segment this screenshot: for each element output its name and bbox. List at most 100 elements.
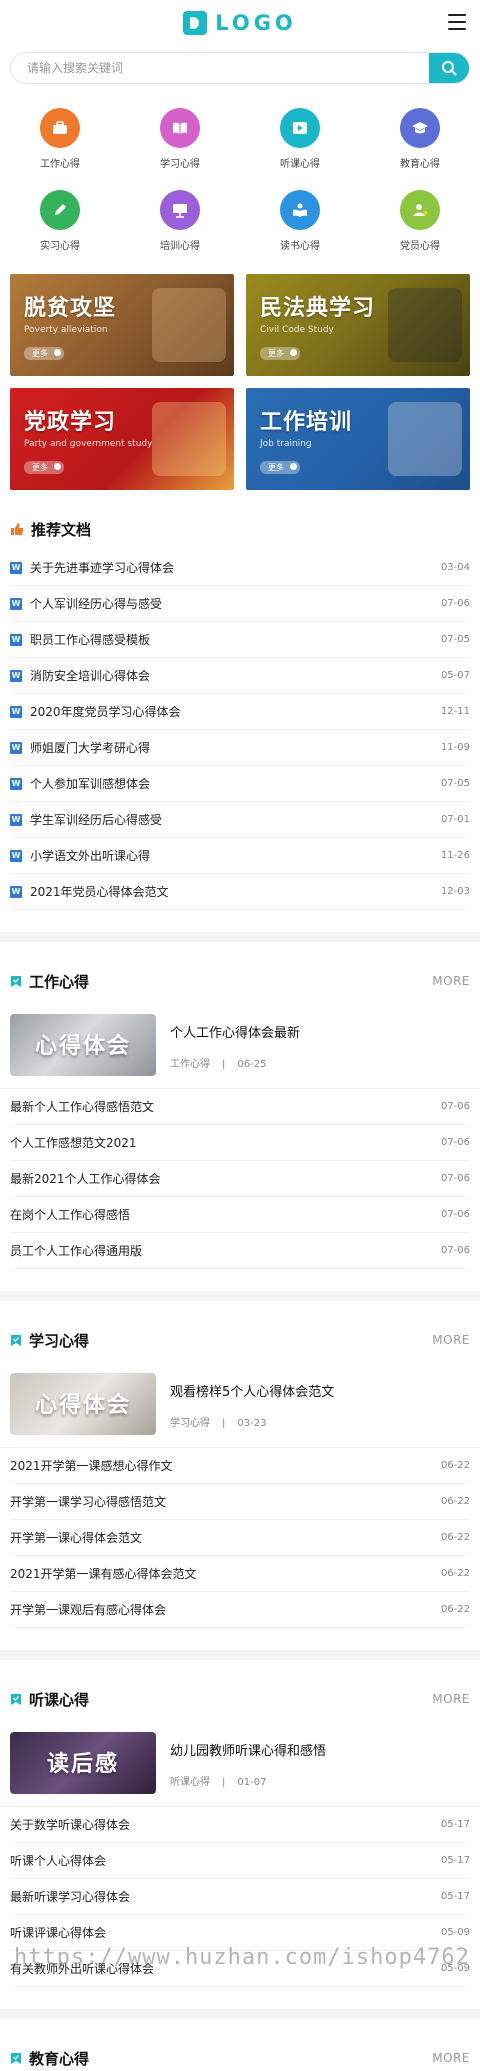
list-item[interactable]: 最新个人工作心得感悟范文 07-06: [10, 1089, 470, 1125]
category-item[interactable]: 党员心得: [360, 190, 480, 252]
category-item[interactable]: 培训心得: [120, 190, 240, 252]
category-item[interactable]: 听课心得: [240, 108, 360, 170]
section-divider: [0, 1291, 480, 1301]
category-item[interactable]: 教育心得: [360, 108, 480, 170]
word-doc-icon: W: [10, 705, 22, 718]
banner-more-button[interactable]: 更多: [24, 347, 64, 360]
category-icon-circle: [40, 190, 80, 230]
list-item[interactable]: W 师姐厦门大学考研心得 11-09: [10, 730, 470, 766]
bookmark-icon: [11, 975, 21, 987]
section-more-link[interactable]: MORE: [432, 1333, 470, 1347]
thumbs-up-icon: [11, 523, 24, 535]
search-input[interactable]: [11, 61, 429, 75]
list-item-date: 07-05: [440, 634, 470, 645]
section-divider: [0, 1650, 480, 1660]
article-thumbnail: 读后感: [10, 1732, 156, 1794]
category-label: 教育心得: [400, 159, 440, 170]
featured-date: 06-25: [237, 1059, 267, 1070]
list-item[interactable]: W 2021年党员心得体会范文 12-03: [10, 874, 470, 910]
site-logo[interactable]: LOGO: [183, 11, 297, 35]
featured-article[interactable]: 读后感 幼儿园教师听课心得和感悟 听课心得 | 01-07: [0, 1720, 480, 1807]
section-more-link[interactable]: MORE: [432, 1692, 470, 1706]
list-item[interactable]: W 个人参加军训感想体会 07-05: [10, 766, 470, 802]
list-item[interactable]: 有关教师外出听课心得体会 05-09: [10, 1951, 470, 1987]
category-label: 实习心得: [40, 241, 80, 252]
category-item[interactable]: 实习心得: [0, 190, 120, 252]
featured-title: 幼儿园教师听课心得和感悟: [170, 1744, 327, 1759]
list-item-date: 12-11: [440, 706, 470, 717]
list-item[interactable]: 2021开学第一课有感心得体会范文 06-22: [10, 1556, 470, 1592]
list-item-title: 师姐厦门大学考研心得: [30, 741, 151, 755]
word-doc-icon: W: [10, 741, 22, 754]
list-item[interactable]: 员工个人工作心得通用版 07-06: [10, 1233, 470, 1269]
list-item[interactable]: W 消防安全培训心得体会 05-07: [10, 658, 470, 694]
article-list: 关于数学听课心得体会 05-17 听课个人心得体会 05-17 最新听课学习心得体会 05…: [0, 1807, 480, 1987]
category-label: 学习心得: [160, 159, 200, 170]
featured-category: 工作心得: [170, 1059, 210, 1070]
banner-job-training[interactable]: 工作培训 Job training 更多: [246, 388, 470, 490]
category-icon-circle: [160, 190, 200, 230]
featured-article[interactable]: 心得体会 个人工作心得体会最新 工作心得 | 06-25: [0, 1002, 480, 1089]
category-grid: 工作心得 学习心得 听课心得 教育心得实习心得 培训心得 读书心得 党员心得: [0, 84, 480, 260]
list-item-title: 有关教师外出听课心得体会: [10, 1962, 155, 1976]
pencil-icon: [55, 204, 66, 215]
featured-title: 观看榜样5个人心得体会范文: [170, 1385, 335, 1400]
section-divider: [0, 932, 480, 942]
logo-text: LOGO: [215, 11, 297, 35]
list-item[interactable]: 2021开学第一课感想心得作文 06-22: [10, 1448, 470, 1484]
bookmark-icon: [11, 1693, 21, 1705]
list-item-date: 06-22: [440, 1568, 470, 1579]
list-item-date: 06-22: [440, 1604, 470, 1615]
list-item-date: 07-06: [440, 598, 470, 609]
category-item[interactable]: 学习心得: [120, 108, 240, 170]
banner-more-button[interactable]: 更多: [24, 461, 64, 474]
list-item-date: 07-06: [440, 1209, 470, 1220]
list-item[interactable]: W 学生军训经历后心得感受 07-01: [10, 802, 470, 838]
category-item[interactable]: 读书心得: [240, 190, 360, 252]
word-doc-icon: W: [10, 849, 22, 862]
list-item[interactable]: W 职员工作心得感受模板 07-05: [10, 622, 470, 658]
list-item[interactable]: 个人工作感想范文2021 07-06: [10, 1125, 470, 1161]
list-item[interactable]: 听课个人心得体会 05-17: [10, 1843, 470, 1879]
featured-meta: 工作心得 | 06-25: [170, 1055, 300, 1070]
section-header: 教育心得 MORE: [0, 2047, 480, 2069]
hamburger-menu-icon[interactable]: [448, 14, 466, 30]
list-item-title: 开学第一课观后有感心得体会: [10, 1603, 167, 1617]
section-header: 学习心得 MORE: [0, 1329, 480, 1351]
bookmark-icon: [11, 1334, 21, 1346]
user-badge-icon: [413, 204, 428, 216]
banner-more-button[interactable]: 更多: [260, 461, 300, 474]
list-item-date: 11-26: [440, 850, 470, 861]
search-button[interactable]: [429, 53, 469, 83]
list-item[interactable]: 在岗个人工作心得感悟 07-06: [10, 1197, 470, 1233]
list-item[interactable]: 最新听课学习心得体会 05-17: [10, 1879, 470, 1915]
featured-category: 听课心得: [170, 1777, 210, 1788]
word-doc-icon: W: [10, 885, 22, 898]
list-item[interactable]: 听课评课心得体会 05-09: [10, 1915, 470, 1951]
list-item[interactable]: W 个人军训经历心得与感受 07-06: [10, 586, 470, 622]
list-item-title: 听课评课心得体会: [10, 1926, 107, 1940]
list-item-date: 12-03: [440, 886, 470, 897]
banner-civil-code[interactable]: 民法典学习 Civil Code Study 更多: [246, 274, 470, 376]
recommended-header: 推荐文档: [0, 518, 480, 540]
list-item[interactable]: 最新2021个人工作心得体会 07-06: [10, 1161, 470, 1197]
list-item-title: 职员工作心得感受模板: [30, 633, 151, 647]
list-item[interactable]: 关于数学听课心得体会 05-17: [10, 1807, 470, 1843]
list-item[interactable]: W 小学语文外出听课心得 11-26: [10, 838, 470, 874]
section-more-link[interactable]: MORE: [432, 974, 470, 988]
banner-poverty-alleviation[interactable]: 脱贫攻坚 Poverty alleviation 更多: [10, 274, 234, 376]
reader-icon: [293, 203, 307, 217]
section-more-link[interactable]: MORE: [432, 2051, 470, 2065]
list-item[interactable]: W 关于先进事迹学习心得体会 03-04: [10, 550, 470, 586]
category-item[interactable]: 工作心得: [0, 108, 120, 170]
list-item[interactable]: 开学第一课观后有感心得体会 06-22: [10, 1592, 470, 1628]
list-item-date: 07-06: [440, 1101, 470, 1112]
list-item[interactable]: W 2020年度党员学习心得体会 12-11: [10, 694, 470, 730]
list-item[interactable]: 开学第一课心得体会范文 06-22: [10, 1520, 470, 1556]
featured-article[interactable]: 心得体会 观看榜样5个人心得体会范文 学习心得 | 03-23: [0, 1361, 480, 1448]
list-item[interactable]: 开学第一课学习心得感悟范文 06-22: [10, 1484, 470, 1520]
banner-party-study[interactable]: 党政学习 Party and government study 更多: [10, 388, 234, 490]
banner-more-button[interactable]: 更多: [260, 347, 300, 360]
section-title: 学习心得: [29, 1331, 90, 1350]
list-item-title: 个人军训经历心得与感受: [30, 597, 163, 611]
